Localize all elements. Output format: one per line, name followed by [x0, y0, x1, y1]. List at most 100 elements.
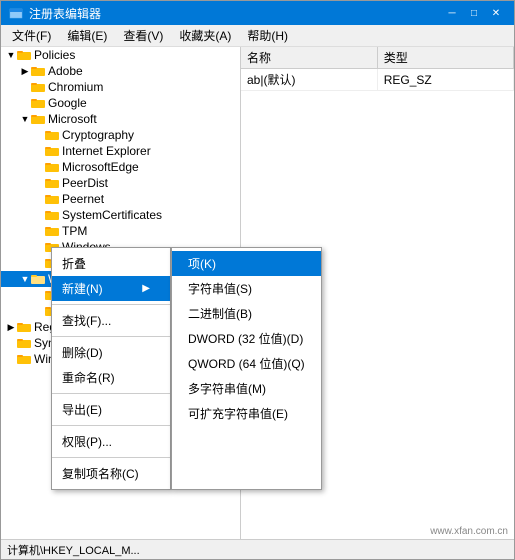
tree-item-adobe[interactable]: ▶ Adobe: [1, 63, 240, 79]
tree-item-cryptography[interactable]: Cryptography: [1, 127, 240, 143]
submenu-item-key[interactable]: 项(K): [172, 251, 321, 276]
submenu-label-multistring: 多字符串值(M): [188, 382, 266, 396]
cell-type: REG_SZ: [377, 69, 513, 91]
watermark: www.xfan.com.cn: [430, 526, 508, 537]
ctx-label-new: 新建(N): [62, 280, 103, 297]
menu-file[interactable]: 文件(F): [5, 25, 58, 46]
tree-label-google: Google: [48, 96, 87, 110]
submenu-label-key: 项(K): [188, 257, 216, 271]
tree-label-chromium: Chromium: [48, 80, 103, 94]
expand-icon-tpm: [33, 225, 45, 237]
folder-icon-peernet: [45, 193, 59, 205]
tree-item-syscerts[interactable]: SystemCertificates: [1, 207, 240, 223]
regedit-window: 注册表编辑器 ─ □ ✕ 文件(F) 编辑(E) 查看(V) 收藏夹(A) 帮助…: [0, 0, 515, 560]
tree-label-peernet: Peernet: [62, 192, 104, 206]
status-text: 计算机\HKEY_LOCAL_M...: [7, 542, 140, 558]
tree-label-ie: Internet Explorer: [62, 144, 151, 158]
ctx-item-rename[interactable]: 重命名(R): [52, 365, 170, 390]
minimize-button[interactable]: ─: [442, 5, 462, 21]
menu-view[interactable]: 查看(V): [116, 25, 170, 46]
expand-icon-cryptography: [33, 129, 45, 141]
submenu-label-dword: DWORD (32 位值)(D): [188, 332, 303, 346]
expand-icon-windowsdefender[interactable]: ▼: [19, 273, 31, 285]
app-icon: [9, 6, 23, 20]
ctx-label-rename: 重命名(R): [62, 369, 115, 386]
menu-favorites[interactable]: 收藏夹(A): [172, 25, 238, 46]
tree-item-peernet[interactable]: Peernet: [1, 191, 240, 207]
submenu-arrow-new: ▶: [142, 283, 150, 294]
table-row[interactable]: ab|(默认) REG_SZ: [241, 69, 514, 91]
ctx-item-delete[interactable]: 删除(D): [52, 340, 170, 365]
submenu-label-string: 字符串值(S): [188, 282, 252, 296]
cell-name: ab|(默认): [241, 69, 377, 91]
submenu-label-binary: 二进制值(B): [188, 307, 252, 321]
folder-icon-peerdist: [45, 177, 59, 189]
tree-label-microsoft: Microsoft: [48, 112, 97, 126]
ctx-label-collapse: 折叠: [62, 255, 86, 272]
ctx-item-export[interactable]: 导出(E): [52, 397, 170, 422]
ctx-item-copy-name[interactable]: 复制项名称(C): [52, 461, 170, 486]
submenu-item-binary[interactable]: 二进制值(B): [172, 301, 321, 326]
tree-item-tpm[interactable]: TPM: [1, 223, 240, 239]
ctx-item-new[interactable]: 新建(N) ▶: [52, 276, 170, 301]
submenu-item-string[interactable]: 字符串值(S): [172, 276, 321, 301]
registry-table: 名称 类型 ab|(默认) REG_SZ: [241, 47, 514, 91]
folder-icon-adobe: [31, 65, 45, 77]
tree-label-tpm: TPM: [62, 224, 87, 238]
expand-icon-peerdist: [33, 177, 45, 189]
expand-icon-msedge: [33, 161, 45, 173]
expand-icon-microsoft[interactable]: ▼: [19, 113, 31, 125]
tree-label-peerdist: PeerDist: [62, 176, 108, 190]
folder-icon-ie: [45, 145, 59, 157]
ctx-item-permission[interactable]: 权限(P)...: [52, 429, 170, 454]
folder-icon-registeredap: [17, 321, 31, 333]
tree-item-policies[interactable]: ▼ Policies: [1, 47, 240, 63]
tree-item-chromium[interactable]: Chromium: [1, 79, 240, 95]
tree-item-google[interactable]: Google: [1, 95, 240, 111]
ctx-item-find[interactable]: 查找(F)...: [52, 308, 170, 333]
submenu-item-dword[interactable]: DWORD (32 位值)(D): [172, 326, 321, 351]
tree-item-msedge[interactable]: MicrosoftEdge: [1, 159, 240, 175]
tree-label-policies: Policies: [34, 48, 75, 62]
folder-icon-policies: [17, 49, 31, 61]
title-bar: 注册表编辑器 ─ □ ✕: [1, 1, 514, 25]
expand-icon-policies[interactable]: ▼: [5, 49, 17, 61]
ctx-label-delete: 删除(D): [62, 344, 103, 361]
folder-icon-winrar: [17, 353, 31, 365]
tree-label-cryptography: Cryptography: [62, 128, 134, 142]
ctx-label-copy-name: 复制项名称(C): [62, 465, 139, 482]
menu-edit[interactable]: 编辑(E): [60, 25, 114, 46]
expand-icon-registeredap[interactable]: ▶: [5, 321, 17, 333]
folder-icon-syscerts: [45, 209, 59, 221]
folder-icon-chromium: [31, 81, 45, 93]
close-button[interactable]: ✕: [486, 5, 506, 21]
tree-label-adobe: Adobe: [48, 64, 83, 78]
expand-icon-syncintegra: [5, 337, 17, 349]
tree-item-peerdist[interactable]: PeerDist: [1, 175, 240, 191]
expand-icon-winrar: [5, 353, 17, 365]
submenu-item-multistring[interactable]: 多字符串值(M): [172, 376, 321, 401]
submenu-item-expandstring[interactable]: 可扩充字符串值(E): [172, 401, 321, 426]
expand-icon-windowsadvanced: [33, 257, 45, 269]
ctx-separator-5: [52, 457, 170, 458]
main-content: ▼ Policies ▶ Adobe: [1, 47, 514, 539]
expand-icon-google: [19, 97, 31, 109]
ctx-separator-4: [52, 425, 170, 426]
context-menu: 折叠 新建(N) ▶ 查找(F)... 删除(D) 重命名(R): [51, 247, 171, 490]
status-bar: 计算机\HKEY_LOCAL_M...: [1, 539, 514, 559]
expand-icon-ie: [33, 145, 45, 157]
menu-help[interactable]: 帮助(H): [240, 25, 295, 46]
ctx-label-permission: 权限(P)...: [62, 433, 112, 450]
expand-icon-window2: [33, 305, 45, 317]
tree-item-microsoft[interactable]: ▼ Microsoft: [1, 111, 240, 127]
menu-bar: 文件(F) 编辑(E) 查看(V) 收藏夹(A) 帮助(H): [1, 25, 514, 47]
maximize-button[interactable]: □: [464, 5, 484, 21]
expand-icon-adobe[interactable]: ▶: [19, 65, 31, 77]
folder-icon-cryptography: [45, 129, 59, 141]
submenu-item-qword[interactable]: QWORD (64 位值)(Q): [172, 351, 321, 376]
ctx-item-collapse[interactable]: 折叠: [52, 251, 170, 276]
folder-icon-syncintegra: [17, 337, 31, 349]
tree-item-ie[interactable]: Internet Explorer: [1, 143, 240, 159]
folder-icon-google: [31, 97, 45, 109]
submenu-label-expandstring: 可扩充字符串值(E): [188, 407, 288, 421]
